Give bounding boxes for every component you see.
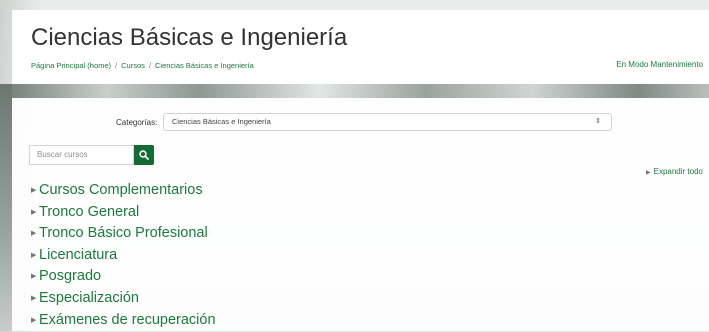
caret-right-icon: ▶ — [31, 187, 37, 194]
page-title: Ciencias Básicas e Ingeniería — [31, 24, 348, 51]
caret-right-icon: ▶ — [31, 251, 37, 259]
category-item[interactable]: ▶ Tronco Básico Profesional — [31, 224, 216, 246]
search-button[interactable] — [134, 145, 154, 165]
category-item[interactable]: ▶ Licenciatura — [31, 246, 216, 268]
maintenance-mode-link[interactable]: En Modo Mantenimiento — [616, 60, 703, 69]
breadcrumb-courses[interactable]: Cursos — [121, 61, 145, 70]
expand-all-link[interactable]: ▶ Expandir todo — [646, 167, 703, 176]
category-select-label: Categorías: — [116, 118, 158, 127]
category-link[interactable]: Exámenes de recuperación — [39, 312, 216, 328]
select-arrows-icon: ⇕ — [595, 118, 601, 125]
category-item[interactable]: ▶ Exámenes de recuperación — [31, 311, 216, 332]
caret-right-icon: ▶ — [31, 273, 37, 281]
caret-right-icon: ▶ — [31, 316, 37, 324]
search-courses-input[interactable]: Buscar cursos — [29, 145, 134, 165]
category-link[interactable]: Posgrado — [39, 268, 101, 284]
category-item[interactable]: ▶ Tronco General — [31, 203, 216, 225]
category-item[interactable]: ▶ Especialización — [31, 289, 216, 311]
category-link[interactable]: Cursos Complementarios — [39, 182, 203, 198]
background-photo-strip — [0, 84, 709, 98]
category-link[interactable]: Tronco General — [39, 204, 139, 220]
category-link[interactable]: Especialización — [39, 290, 139, 306]
breadcrumb: Página Principal (home) / Cursos / Ciencias … — [31, 61, 254, 70]
background-photo-edge — [0, 84, 12, 331]
category-select[interactable]: Ciencias Básicas e Ingeniería ⇕ — [163, 113, 612, 131]
breadcrumb-separator: / — [148, 61, 151, 70]
caret-right-icon: ▶ — [31, 294, 37, 302]
caret-right-icon: ▶ — [646, 170, 651, 176]
breadcrumb-separator: / — [115, 61, 118, 70]
category-list: ▶ Cursos Complementarios ▶ Tronco General … — [31, 181, 216, 332]
breadcrumb-home[interactable]: Página Principal (home) — [31, 61, 111, 70]
expand-all-label: Expandir todo — [653, 167, 703, 176]
category-item[interactable]: ▶ Cursos Complementarios — [31, 181, 216, 203]
category-select-value: Ciencias Básicas e Ingeniería — [172, 117, 271, 126]
category-item[interactable]: ▶ Posgrado — [31, 267, 216, 289]
category-link[interactable]: Licenciatura — [39, 247, 117, 263]
breadcrumb-current[interactable]: Ciencias Básicas e Ingeniería — [155, 61, 254, 70]
category-link[interactable]: Tronco Básico Profesional — [39, 225, 208, 241]
caret-right-icon: ▶ — [31, 230, 37, 238]
search-icon — [139, 150, 149, 160]
caret-right-icon: ▶ — [31, 208, 37, 216]
